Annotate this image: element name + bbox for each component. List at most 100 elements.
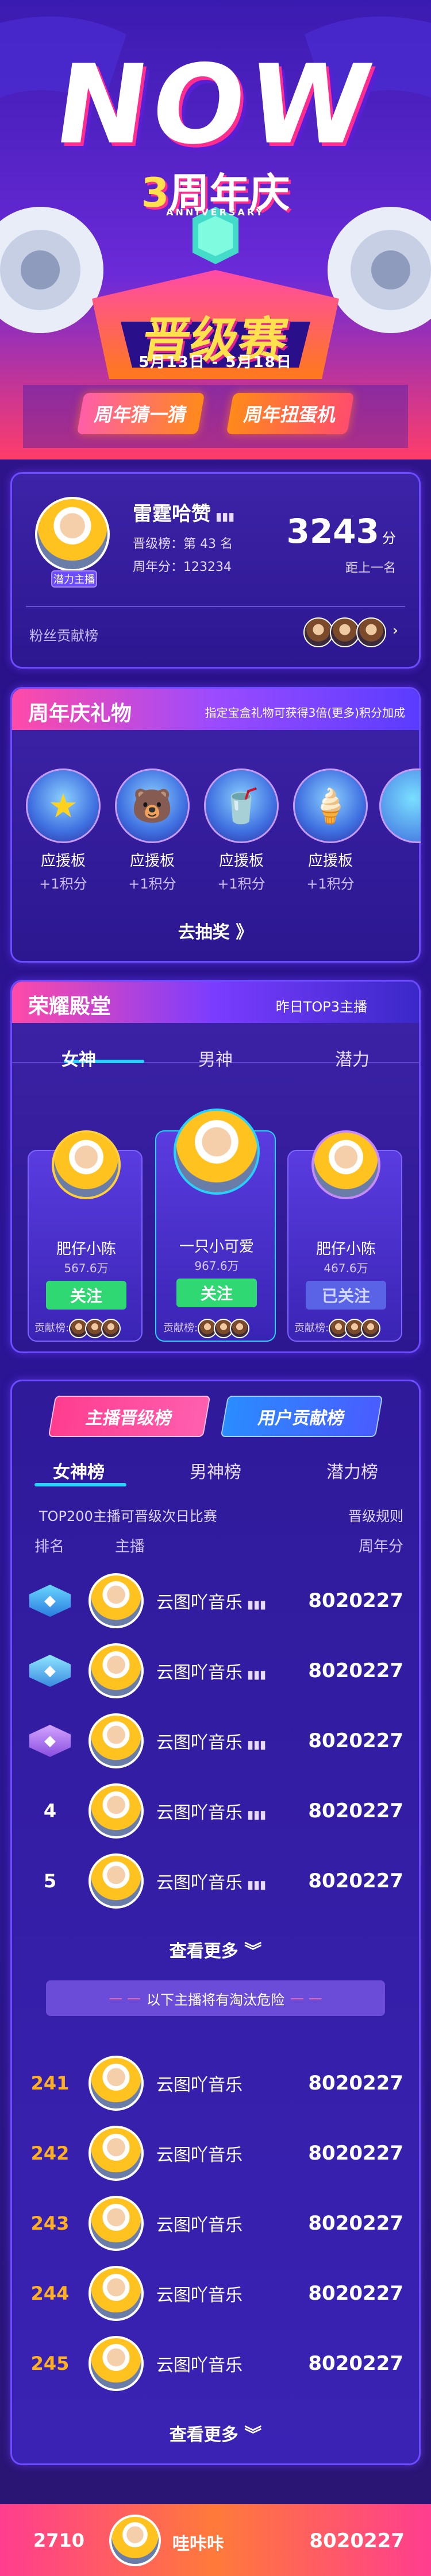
follow-button[interactable]: 关注 — [46, 1281, 126, 1310]
host-name: 云图吖音乐 — [156, 2145, 243, 2165]
avatar[interactable] — [88, 2056, 144, 2111]
host-name: 云图吖音乐 — [156, 2355, 243, 2376]
drink-gift-icon: 🥤 — [204, 768, 279, 843]
avatar[interactable] — [88, 2196, 144, 2251]
view-more-link-2[interactable]: 查看更多 ︾ — [0, 2420, 431, 2446]
table-row[interactable]: 5 云图吖音乐 ▮▮▮ 8020227 — [24, 1849, 403, 1913]
gift-item[interactable]: ★ 应援板 +1积分 — [23, 768, 103, 893]
gift-item[interactable]: 🥤 应援板 +1积分 — [201, 768, 282, 893]
chevron-right-icon: › — [392, 621, 398, 639]
table-row[interactable]: 4 云图吖音乐 ▮▮▮ 8020227 — [24, 1779, 403, 1843]
table-row[interactable]: 245 云图吖音乐 8020227 — [24, 2332, 403, 2395]
avatar[interactable] — [88, 1783, 144, 1839]
winner-name: 肥仔小陈 — [56, 1241, 116, 1258]
rank-cell: ◆ — [24, 1725, 76, 1757]
gacha-button[interactable]: 周年扭蛋机 — [226, 393, 355, 434]
table-row[interactable]: 243 云图吖音乐 8020227 — [24, 2192, 403, 2255]
gift-name: 应援板 — [40, 852, 86, 870]
winner-avatar[interactable] — [311, 1130, 380, 1199]
level-rank: 晋级榜：第 43 名 — [133, 537, 233, 551]
avatar[interactable] — [88, 1573, 144, 1628]
gift-item[interactable]: 🍦 应援板 +1积分 — [290, 768, 371, 893]
table-row[interactable]: 241 云图吖音乐 8020227 — [24, 2052, 403, 2115]
tab-god[interactable]: 男神 — [147, 1045, 284, 1071]
hero-logo: NOW — [47, 41, 384, 168]
contrib-avatar — [101, 1319, 121, 1338]
tab-goddess-rank[interactable]: 女神榜 — [10, 1458, 147, 1483]
my-rank-bar[interactable]: 2710 哇咔咔 8020227 — [0, 2504, 431, 2576]
follow-wrap: 关注 — [46, 1281, 126, 1310]
avatar[interactable] — [88, 2126, 144, 2181]
score-cell: 8020227 — [308, 2142, 403, 2165]
avatar[interactable] — [88, 1643, 144, 1698]
tab-god-rank[interactable]: 男神榜 — [147, 1458, 284, 1483]
col-score: 周年分 — [358, 1538, 403, 1555]
rank-cell: 243 — [30, 2212, 70, 2234]
silver-medal-icon: ◆ — [29, 1655, 71, 1687]
view-more-link[interactable]: 查看更多 ︾ — [0, 1937, 431, 1962]
score-cell: 8020227 — [308, 2072, 403, 2095]
table-row[interactable]: ◆ 云图吖音乐 ▮▮▮ 8020227 — [24, 1709, 403, 1772]
anniversary-score: 周年分：123234 — [133, 560, 232, 574]
follow-button[interactable]: 关注 — [176, 1279, 257, 1307]
contrib-row: 贡献榜: — [294, 1319, 380, 1338]
dash-right-icon: — — — [290, 1990, 322, 2006]
tab-potential[interactable]: 潜力 — [284, 1045, 421, 1071]
star-gift-icon: ★ — [26, 768, 101, 843]
chevron-down-icon: ︾ — [244, 1941, 262, 1961]
live-icon: ▮▮▮ — [247, 1667, 267, 1681]
gift-points: +1积分 — [217, 876, 265, 892]
fans-avatars[interactable]: › — [303, 617, 398, 647]
hero-banner: NOW 3周年庆 ANNIVERSARY 晋级赛 5月13日 - 5月18日 周… — [0, 0, 431, 459]
avatar[interactable] — [88, 2336, 144, 2391]
my-name: 哇咔咔 — [172, 2534, 224, 2554]
table-row[interactable]: 244 云图吖音乐 8020227 — [24, 2262, 403, 2325]
fans-label: 粉丝贡献榜 — [29, 628, 98, 644]
table-row[interactable]: ◆ 云图吖音乐 ▮▮▮ 8020227 — [24, 1569, 403, 1632]
avatar[interactable] — [35, 497, 110, 571]
guess-button[interactable]: 周年猜一猜 — [76, 393, 205, 434]
followed-button[interactable]: 已关注 — [306, 1281, 386, 1310]
my-avatar[interactable] — [109, 2515, 161, 2566]
gift-item[interactable]: 🐻 应援板 +1积分 — [112, 768, 193, 893]
ranking-tabs: 女神榜 男神榜 潜力榜 — [10, 1458, 421, 1483]
my-profile-card: 潜力主播 雷霆哈赞 ▮▮▮ 晋级榜：第 43 名 周年分：123234 3243 … — [10, 472, 421, 669]
winner-name: 一只小可爱 — [179, 1238, 254, 1256]
fan-avatar — [329, 617, 360, 647]
score-cell: 8020227 — [308, 1659, 403, 1682]
rank-cell: ◆ — [24, 1585, 76, 1617]
rank-cell: 244 — [30, 2283, 70, 2304]
user-rank-toggle[interactable]: 用户贡献榜 — [220, 1396, 383, 1437]
score-cell: 8020227 — [308, 1870, 403, 1893]
host-name-text: 云图吖音乐 — [156, 1733, 243, 1753]
draw-link[interactable]: 去抽奖 》 — [0, 918, 431, 943]
col-host: 主播 — [115, 1538, 145, 1555]
tab-potential-rank[interactable]: 潜力榜 — [284, 1458, 421, 1483]
score-cell: 8020227 — [308, 2212, 403, 2235]
score-unit: 分 — [382, 530, 396, 546]
avatar[interactable] — [88, 1853, 144, 1909]
avatar[interactable] — [88, 1713, 144, 1768]
winner-avatar[interactable] — [52, 1130, 121, 1199]
tab-goddess[interactable]: 女神 — [10, 1045, 147, 1071]
icecream-gift-icon: 🍦 — [293, 768, 368, 843]
avatar[interactable] — [88, 2266, 144, 2321]
rank-cell: 5 — [43, 1870, 57, 1892]
follow-wrap: 已关注 — [306, 1281, 386, 1310]
live-icon: ▮▮▮ — [247, 1737, 267, 1751]
gift-points: +1积分 — [39, 876, 87, 892]
my-rank: 2710 — [33, 2529, 85, 2551]
table-row[interactable]: 242 云图吖音乐 8020227 — [24, 2122, 403, 2185]
host-rank-toggle[interactable]: 主播晋级榜 — [48, 1396, 211, 1437]
col-rank: 排名 — [34, 1538, 65, 1555]
table-row[interactable]: ◆ 云图吖音乐 ▮▮▮ 8020227 — [24, 1639, 403, 1702]
gift-name: 应援板 — [129, 852, 175, 870]
bronze-medal-icon: ◆ — [29, 1725, 71, 1757]
rules-link[interactable]: 晋级规则 — [348, 1505, 403, 1525]
score-cell: 8020227 — [308, 1589, 403, 1612]
winner-value: 967.6万 — [194, 1259, 239, 1273]
winner-avatar[interactable] — [174, 1109, 260, 1195]
ranking-tab-indicator — [34, 1483, 126, 1486]
score-cell: 8020227 — [308, 1729, 403, 1752]
host-name-text: 云图吖音乐 — [156, 1663, 243, 1683]
